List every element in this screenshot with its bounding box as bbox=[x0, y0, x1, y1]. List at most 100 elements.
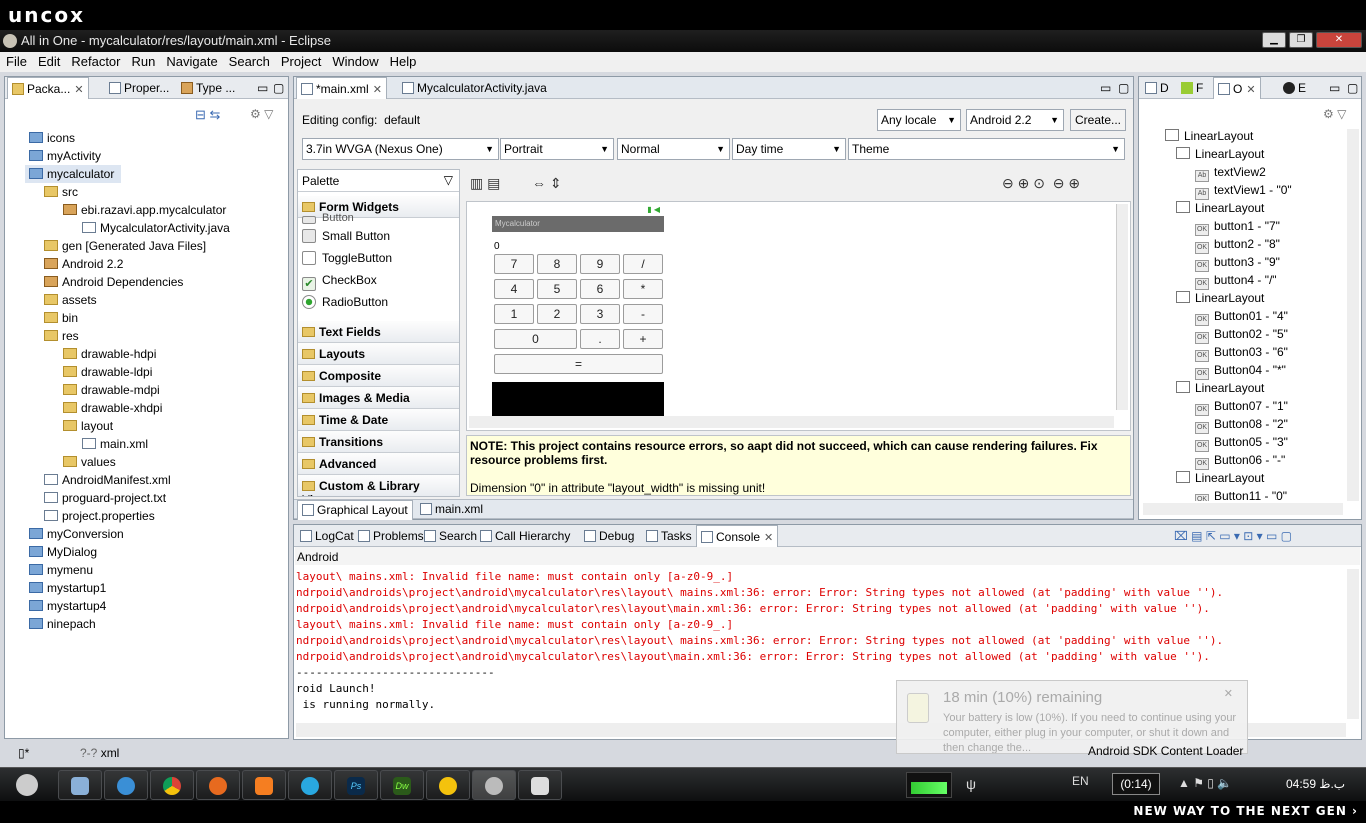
canvas-hscroll[interactable] bbox=[469, 416, 1114, 428]
tree-item[interactable]: layout bbox=[25, 417, 285, 435]
menu-navigate[interactable]: Navigate bbox=[160, 52, 222, 69]
tree-item[interactable]: AndroidManifest.xml bbox=[25, 471, 285, 489]
ui-mode-select[interactable]: Normal ▼ bbox=[617, 138, 730, 160]
taskbar-app[interactable] bbox=[104, 770, 148, 800]
outline-item[interactable]: OK button3 - "9" bbox=[1165, 253, 1345, 272]
calc-button[interactable]: = bbox=[494, 354, 663, 374]
outline-item[interactable]: LinearLayout bbox=[1165, 127, 1345, 145]
calc-button[interactable]: 6 bbox=[580, 279, 620, 299]
calc-button[interactable]: 0 bbox=[494, 329, 577, 349]
outline-item[interactable]: OK button1 - "7" bbox=[1165, 217, 1345, 236]
tree-item[interactable]: MyDialog bbox=[25, 543, 285, 561]
tab-type-hierarchy[interactable]: Type ... bbox=[177, 77, 239, 99]
fill-toggle-icons[interactable]: ⇔ ⇕ bbox=[532, 175, 562, 192]
chevron-down-icon[interactable]: ▽ bbox=[444, 173, 453, 187]
view-menu-icon[interactable]: ⚙ ▽ bbox=[250, 107, 273, 121]
calc-button[interactable]: / bbox=[623, 254, 663, 274]
tab-search[interactable]: Search bbox=[420, 525, 481, 547]
tree-item[interactable]: gen [Generated Java Files] bbox=[25, 237, 285, 255]
outline-item[interactable]: LinearLayout bbox=[1165, 469, 1345, 487]
menu-help[interactable]: Help bbox=[384, 52, 422, 69]
tree-item[interactable]: ebi.razavi.app.mycalculator bbox=[25, 201, 285, 219]
palette-section-advanced[interactable]: Advanced bbox=[298, 453, 459, 475]
menu-run[interactable]: Run bbox=[126, 52, 161, 69]
tree-item[interactable]: values bbox=[25, 453, 285, 471]
tree-item[interactable]: drawable-hdpi bbox=[25, 345, 285, 363]
tree-item[interactable]: mycalculator bbox=[25, 165, 121, 183]
palette-section-custom-views[interactable]: Custom & Library Views bbox=[298, 475, 459, 496]
tab-logcat[interactable]: LogCat bbox=[296, 525, 358, 547]
tray-icons[interactable]: ▲ ⚑ ▯ 🔈 bbox=[1178, 776, 1232, 790]
tree-item[interactable]: Android 2.2 bbox=[25, 255, 285, 273]
palette-section-images-media[interactable]: Images & Media bbox=[298, 387, 459, 409]
outline-item[interactable]: OK Button01 - "4" bbox=[1165, 307, 1345, 326]
minimize-button[interactable]: ▁ bbox=[1262, 32, 1286, 48]
tree-item[interactable]: bin bbox=[25, 309, 285, 327]
menu-window[interactable]: Window bbox=[326, 52, 383, 69]
palette-item-toggle-button[interactable]: ToggleButton bbox=[302, 247, 392, 269]
outline-item[interactable]: Ab textView1 - "0" bbox=[1165, 181, 1345, 200]
close-icon[interactable]: ✕ bbox=[74, 84, 83, 96]
palette-item-checkbox[interactable]: ✔ CheckBox bbox=[302, 269, 377, 291]
minimize-view-button[interactable]: ▭ bbox=[1325, 77, 1344, 99]
theme-select[interactable]: Theme ▼ bbox=[848, 138, 1125, 160]
device-select[interactable]: 3.7in WVGA (Nexus One) ▼ bbox=[302, 138, 499, 160]
outline-item[interactable]: OK Button08 - "2" bbox=[1165, 415, 1345, 434]
tree-item[interactable]: src bbox=[25, 183, 285, 201]
menu-edit[interactable]: Edit bbox=[32, 52, 65, 69]
taskbar-calculator[interactable] bbox=[518, 770, 562, 800]
close-icon[interactable]: ✕ bbox=[1224, 687, 1233, 700]
tab-file-explorer[interactable]: F bbox=[1177, 77, 1207, 99]
outline-item[interactable]: LinearLayout bbox=[1165, 289, 1345, 307]
tree-item[interactable]: mystartup4 bbox=[25, 597, 285, 615]
maximize-button[interactable]: ❐ bbox=[1289, 32, 1313, 48]
maximize-view-button[interactable]: ▢ bbox=[1343, 77, 1362, 99]
tree-item[interactable]: project.properties bbox=[25, 507, 285, 525]
close-icon[interactable]: ✕ bbox=[1246, 84, 1255, 96]
outline-item[interactable]: Ab textView2 bbox=[1165, 163, 1345, 182]
taskbar-firefox[interactable] bbox=[196, 770, 240, 800]
menu-project[interactable]: Project bbox=[275, 52, 326, 69]
tree-item[interactable]: icons bbox=[25, 129, 285, 147]
tab-call-hierarchy[interactable]: Call Hierarchy bbox=[476, 525, 574, 547]
start-icon[interactable] bbox=[16, 774, 38, 796]
tab-tasks[interactable]: Tasks bbox=[642, 525, 696, 547]
outline-item[interactable]: OK Button06 - "-" bbox=[1165, 451, 1345, 470]
calc-button[interactable]: 4 bbox=[494, 279, 534, 299]
clock[interactable]: 04:59 ب.ظ bbox=[1286, 777, 1345, 791]
console-vscroll[interactable] bbox=[1347, 569, 1359, 719]
calc-button[interactable]: . bbox=[580, 329, 620, 349]
menu-file[interactable]: File bbox=[0, 52, 32, 69]
tab-emulator[interactable]: E bbox=[1279, 77, 1310, 99]
outline-item[interactable]: OK Button04 - "*" bbox=[1165, 361, 1345, 380]
calc-button[interactable]: 7 bbox=[494, 254, 534, 274]
night-mode-select[interactable]: Day time ▼ bbox=[732, 138, 846, 160]
target-select[interactable]: Android 2.2 ▼ bbox=[966, 109, 1064, 131]
tab-xml-source[interactable]: main.xml bbox=[416, 500, 487, 520]
taskbar-explorer[interactable] bbox=[58, 770, 102, 800]
outline-item[interactable]: OK button2 - "8" bbox=[1165, 235, 1345, 254]
taskbar-chrome[interactable] bbox=[150, 770, 194, 800]
canvas-vscroll[interactable] bbox=[1116, 204, 1128, 410]
outline-vscroll[interactable] bbox=[1347, 129, 1359, 501]
tab-package-explorer[interactable]: Packa... ✕ bbox=[7, 77, 89, 99]
outline-item[interactable]: LinearLayout bbox=[1165, 379, 1345, 397]
tree-item[interactable]: drawable-xhdpi bbox=[25, 399, 285, 417]
calc-button[interactable]: 8 bbox=[537, 254, 577, 274]
calc-button[interactable]: 1 bbox=[494, 304, 534, 324]
maximize-view-button[interactable]: ▢ bbox=[269, 77, 288, 99]
taskbar-eclipse[interactable] bbox=[472, 770, 516, 800]
collapse-all-icon[interactable]: ⊟ ⇆ bbox=[195, 107, 220, 123]
tree-item[interactable]: drawable-mdpi bbox=[25, 381, 285, 399]
tree-item[interactable]: Android Dependencies bbox=[25, 273, 285, 291]
timer-box[interactable]: (0:14) bbox=[1112, 773, 1160, 795]
calc-button[interactable]: * bbox=[623, 279, 663, 299]
outline-item[interactable]: OK Button07 - "1" bbox=[1165, 397, 1345, 416]
taskbar-ie[interactable] bbox=[288, 770, 332, 800]
tree-item[interactable]: res bbox=[25, 327, 285, 345]
tree-item[interactable]: proguard-project.txt bbox=[25, 489, 285, 507]
tab-debug[interactable]: Debug bbox=[580, 525, 638, 547]
tree-item[interactable]: mystartup1 bbox=[25, 579, 285, 597]
tab-properties[interactable]: Proper... bbox=[105, 77, 173, 99]
tree-item[interactable]: drawable-ldpi bbox=[25, 363, 285, 381]
